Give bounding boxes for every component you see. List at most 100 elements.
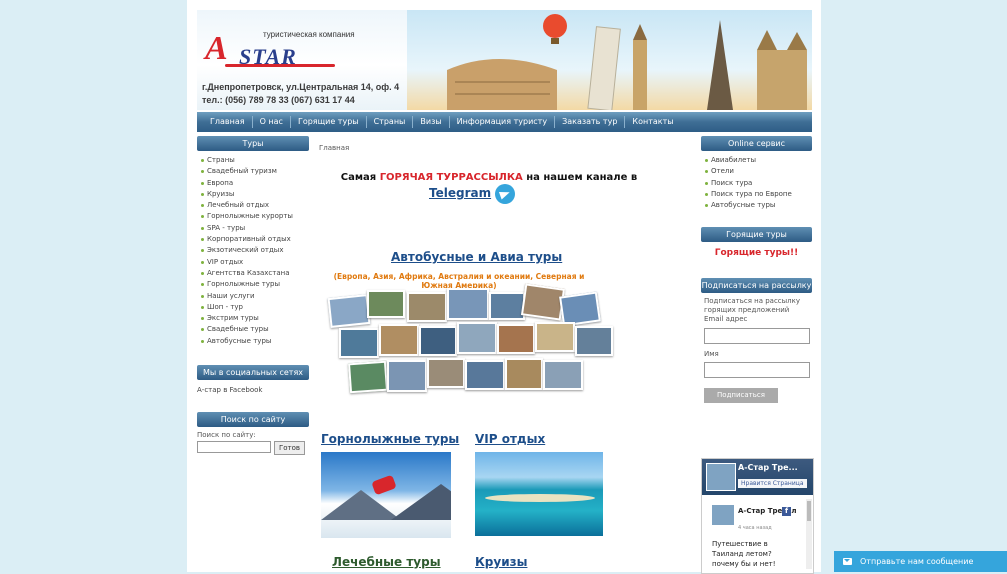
collage-photo	[347, 360, 389, 394]
tours-item[interactable]: Страны	[201, 155, 309, 166]
search-label: Поиск по сайту:	[197, 431, 256, 440]
promo-text-before: Самая	[340, 172, 380, 183]
tours-item[interactable]: Лечебный отдых	[201, 200, 309, 211]
facebook-widget-header: А-Стар Тре... Нравится Страница	[702, 459, 813, 495]
search-input[interactable]	[197, 441, 271, 454]
collage-photo	[379, 324, 419, 356]
facebook-widget: А-Стар Тре... Нравится Страница А-Стар Т…	[701, 458, 814, 574]
collage-photo	[339, 328, 379, 358]
name-label: Имя	[704, 350, 719, 359]
email-field[interactable]	[704, 328, 810, 345]
facebook-post-text: Путешествие в Таиланд летом? почему бы и…	[712, 540, 776, 568]
collage-photo	[520, 283, 566, 321]
tours-menu: Страны Свадебный туризм Европа Круизы Ле…	[197, 155, 309, 347]
tours-item[interactable]: Экзотический отдых	[201, 245, 309, 256]
telegram-icon[interactable]	[495, 184, 515, 204]
main-content: Главная Самая ГОРЯЧАЯ ТУРРАССЫЛКА на наш…	[319, 136, 695, 569]
facebook-page-name[interactable]: А-Стар Тре...	[738, 463, 798, 472]
destinations-collage[interactable]	[325, 283, 625, 398]
collage-photo	[387, 360, 427, 392]
tours-item[interactable]: SPA - туры	[201, 223, 309, 234]
subscribe-button[interactable]: Подписаться	[704, 388, 778, 404]
tours-item[interactable]: Свадебный туризм	[201, 166, 309, 177]
collage-photo	[497, 324, 535, 354]
collage-photo	[543, 360, 583, 390]
collage-photo	[447, 288, 489, 320]
tours-item[interactable]: Европа	[201, 178, 309, 189]
promo-text-after: на нашем канале в	[522, 172, 638, 183]
page: туристическая компания A STAR г.Днепропе…	[187, 0, 821, 574]
telegram-link[interactable]: Telegram	[429, 186, 491, 200]
bus-avia-tours-title[interactable]: Автобусные и Авиа туры	[391, 250, 562, 264]
tours-item[interactable]: Горнолыжные курорты	[201, 211, 309, 222]
company-phones: тел.: (056) 789 78 33 (067) 631 17 44	[202, 95, 355, 105]
tours-item[interactable]: Корпоративный отдых	[201, 234, 309, 245]
breadcrumb[interactable]: Главная	[319, 144, 695, 152]
tours-item[interactable]: Автобусные туры	[201, 336, 309, 347]
search-row: Готов	[197, 441, 309, 456]
nav-item-home[interactable]: Главная	[203, 116, 253, 128]
facebook-like-button[interactable]: Нравится Страница	[738, 479, 807, 488]
nav-item-about[interactable]: О нас	[253, 116, 291, 128]
search-button[interactable]: Готов	[274, 441, 306, 456]
vip-image[interactable]	[475, 452, 603, 536]
tours-heading: Туры	[197, 136, 309, 151]
subscribe-text: Подписаться на рассылку горящих предложе…	[704, 297, 801, 315]
hot-tours-heading: Горящие туры	[701, 227, 812, 243]
envelope-icon	[843, 558, 852, 565]
tours-item[interactable]: Шоп - тур	[201, 302, 309, 313]
collage-photo	[457, 322, 497, 354]
ski-mountain	[321, 490, 401, 520]
cruises-title[interactable]: Круизы	[475, 555, 527, 569]
company-address: г.Днепропетровск, ул.Центральная 14, оф.…	[202, 82, 400, 92]
chat-widget[interactable]: Отправьте нам сообщение	[834, 551, 1007, 572]
nav-item-order-tour[interactable]: Заказать тур	[555, 116, 626, 128]
tours-item[interactable]: Круизы	[201, 189, 309, 200]
left-sidebar: Туры Страны Свадебный туризм Европа Круи…	[197, 136, 309, 456]
nav-item-visas[interactable]: Визы	[413, 116, 450, 128]
facebook-page-thumbnail[interactable]	[706, 463, 736, 491]
facebook-widget-scrollbar[interactable]	[806, 499, 812, 569]
collage-photo	[535, 322, 575, 352]
facebook-icon: f	[782, 507, 791, 516]
facebook-post-avatar	[712, 505, 734, 525]
logo-swoosh	[225, 64, 335, 67]
tours-item[interactable]: Экстрим туры	[201, 313, 309, 324]
vip-title[interactable]: VIP отдых	[475, 432, 545, 446]
facebook-link[interactable]: А-стар в Facebook	[197, 386, 309, 394]
company-logo[interactable]: туристическая компания A STAR	[205, 24, 395, 72]
ski-tours-title[interactable]: Горнолыжные туры	[321, 432, 459, 446]
online-service-item[interactable]: Поиск тура	[705, 178, 812, 189]
search-heading: Поиск по сайту	[197, 412, 309, 428]
name-field[interactable]	[704, 362, 810, 379]
nav-item-contacts[interactable]: Контакты	[625, 116, 680, 128]
medical-tours-title[interactable]: Лечебные туры	[332, 555, 441, 569]
collage-photo	[575, 326, 613, 356]
online-service-item[interactable]: Автобусные туры	[705, 200, 812, 211]
main-nav: Главная О нас Горящие туры Страны Визы И…	[197, 112, 812, 132]
site-header: туристическая компания A STAR г.Днепропе…	[197, 10, 812, 110]
tours-item[interactable]: VIP отдых	[201, 257, 309, 268]
tours-item[interactable]: Горнолыжные туры	[201, 279, 309, 290]
collage-photo	[427, 358, 465, 388]
online-service-item[interactable]: Авиабилеты	[705, 155, 812, 166]
tours-item[interactable]: Агентства Казахстана	[201, 268, 309, 279]
hot-tours-link[interactable]: Горящие туры!!	[701, 248, 812, 258]
nav-item-countries[interactable]: Страны	[367, 116, 414, 128]
nav-item-tourist-info[interactable]: Информация туристу	[450, 116, 556, 128]
landmarks-illustration	[447, 14, 807, 110]
online-service-item[interactable]: Отели	[705, 166, 812, 177]
subscribe-heading: Подписаться на рассылку	[701, 278, 812, 294]
collage-photo	[505, 358, 543, 390]
chat-label: Отправьте нам сообщение	[860, 557, 974, 566]
social-heading: Мы в социальных сетях	[197, 365, 309, 381]
ski-tours-image[interactable]	[321, 452, 451, 538]
promo-hot-text: ГОРЯЧАЯ ТУРРАССЫЛКА	[379, 172, 523, 183]
nav-item-hot-tours[interactable]: Горящие туры	[291, 116, 367, 128]
collage-photo	[327, 293, 371, 329]
collage-photo	[489, 292, 525, 320]
tours-item[interactable]: Наши услуги	[201, 291, 309, 302]
online-service-item[interactable]: Поиск тура по Европе	[705, 189, 812, 200]
tours-item[interactable]: Свадебные туры	[201, 324, 309, 335]
logo-letter-a: A	[205, 30, 228, 67]
